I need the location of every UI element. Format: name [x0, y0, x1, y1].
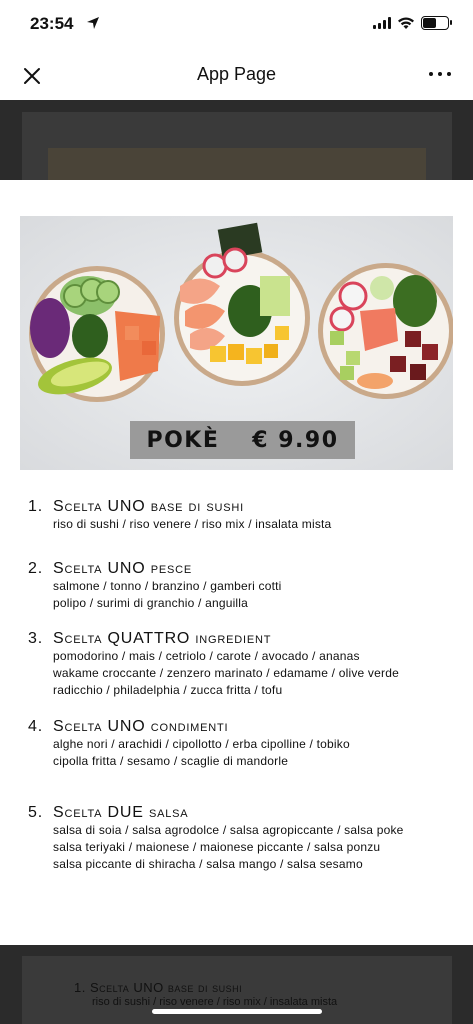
- step-line: riso di sushi / riso venere / riso mix /…: [53, 517, 332, 531]
- battery-icon: [421, 16, 452, 30]
- background-step-title: 1. Scelta UNO base di sushi: [74, 980, 243, 995]
- menu-step: 5. Scelta DUE salsa salsa di soia / salsa…: [28, 804, 458, 873]
- step-number: 5.: [28, 804, 43, 821]
- step-number: 3.: [28, 630, 43, 647]
- step-line: salsa teriyaki / maionese / maionese pic…: [53, 840, 381, 854]
- bowl-salmon: [29, 266, 165, 402]
- step-line: salsa piccante di shiracha / salsa mango…: [53, 857, 363, 871]
- step-number: 2.: [28, 560, 43, 577]
- status-bar: 23:54: [0, 0, 473, 50]
- step-title: Scelta UNO base di sushi: [53, 498, 244, 515]
- step-number: 4.: [28, 718, 43, 735]
- product-price: € 9.90: [252, 427, 339, 453]
- nav-title: App Page: [196, 64, 277, 84]
- background-step-line: riso di sushi / riso venere / riso mix /…: [92, 996, 338, 1008]
- step-line: wakame croccante / zenzero marinato / ed…: [53, 666, 399, 680]
- step-line: radicchio / philadelphia / zucca fritta …: [53, 683, 283, 697]
- menu-steps: 1. Scelta UNO base di sushi riso di sushi…: [28, 498, 458, 873]
- step-number: 1.: [28, 498, 43, 515]
- location-arrow-icon: [87, 17, 99, 29]
- step-line: alghe nori / arachidi / cipollotto / erb…: [53, 737, 350, 751]
- status-icons: [373, 16, 452, 30]
- home-indicator[interactable]: [152, 1009, 322, 1014]
- bowl-tuna: [318, 263, 453, 399]
- menu-step: 2. Scelta UNO pesce salmone / tonno / bra…: [28, 560, 458, 630]
- step-line: pomodorino / mais / cetriolo / carote / …: [53, 649, 360, 663]
- step-line: cipolla fritta / sesamo / scaglie di man…: [53, 754, 289, 768]
- menu-step: 4. Scelta UNO condimenti alghe nori / ara…: [28, 718, 458, 804]
- step-title: Scelta DUE salsa: [53, 804, 189, 821]
- cellular-signal-icon: [373, 17, 391, 29]
- product-name: POKÈ: [146, 427, 220, 453]
- price-banner: POKÈ € 9.90: [130, 421, 355, 459]
- nav-bar: App Page: [0, 50, 473, 100]
- menu-step: 1. Scelta UNO base di sushi riso di sushi…: [28, 498, 458, 560]
- step-line: polipo / surimi di granchio / anguilla: [53, 596, 249, 610]
- more-options-icon[interactable]: [429, 72, 453, 78]
- step-title: Scelta UNO pesce: [53, 560, 193, 577]
- poke-bowls-photo: POKÈ € 9.90: [20, 216, 453, 470]
- step-title: Scelta UNO condimenti: [53, 718, 229, 735]
- step-title: Scelta QUATTRO ingredient: [53, 630, 272, 647]
- step-line: salsa di soia / salsa agrodolce / salsa …: [53, 823, 404, 837]
- wifi-icon: [398, 17, 414, 29]
- menu-step: 3. Scelta QUATTRO ingredient pomodorino /…: [28, 630, 458, 718]
- status-time: 23:54: [30, 14, 74, 33]
- step-line: salmone / tonno / branzino / gamberi cot…: [53, 579, 282, 593]
- image-viewer: POKÈ € 9.90 1. Scelta UNO base di sushi r…: [0, 180, 473, 945]
- background-image: [48, 148, 426, 182]
